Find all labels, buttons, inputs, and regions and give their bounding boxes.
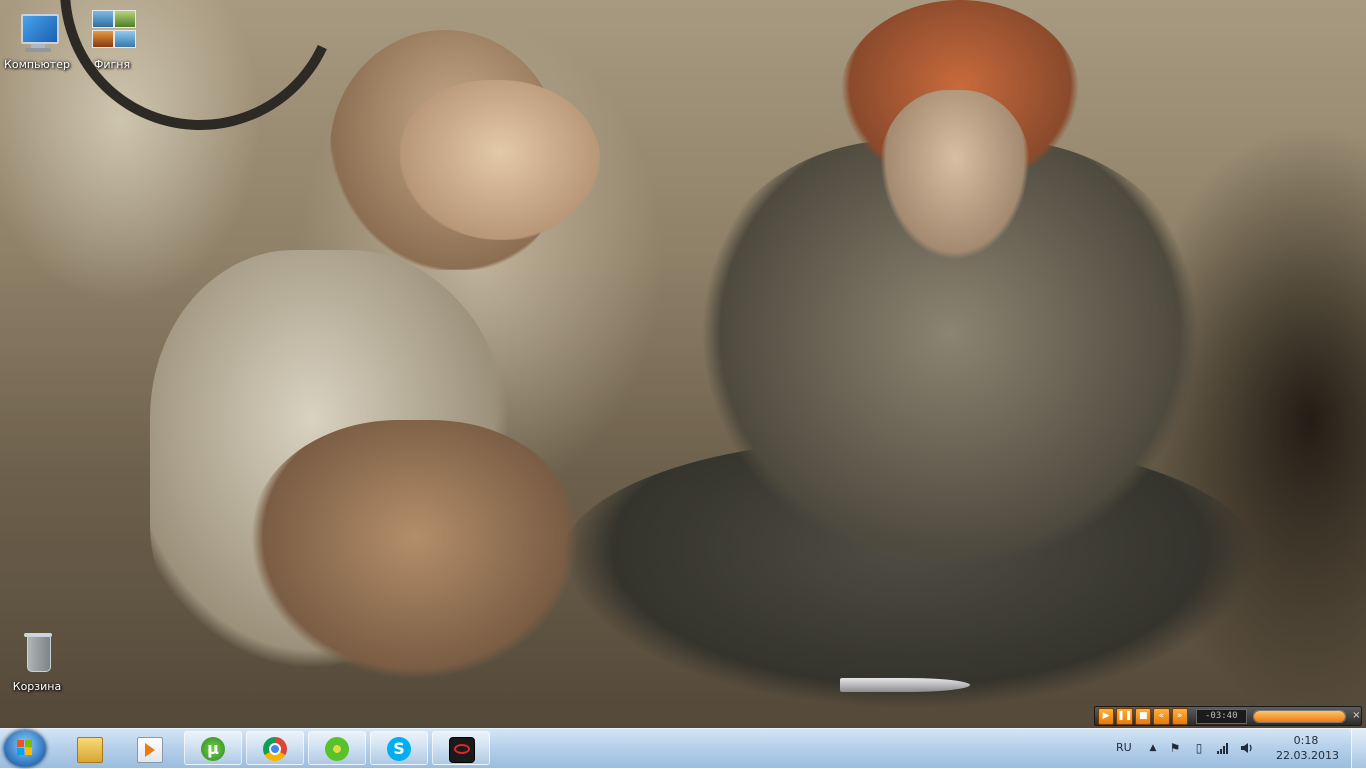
volume-speaker-icon[interactable]: [1240, 741, 1254, 755]
wallpaper-knife: [840, 678, 970, 692]
desktop-wallpaper: Компьютер Фигня Корзина ▶ ❚❚ ■ « » -03:4…: [0, 0, 1366, 728]
garena-icon: [449, 737, 475, 763]
network-signal-icon[interactable]: [1216, 741, 1230, 755]
media-player-icon: [137, 737, 163, 763]
show-hidden-icons-icon[interactable]: ▲: [1146, 741, 1160, 755]
windows-logo-icon: [17, 740, 33, 756]
taskbar-skype-button[interactable]: S: [370, 731, 428, 765]
desktop-icon-label: Фигня: [93, 58, 131, 71]
taskbar-explorer-button[interactable]: [60, 731, 118, 765]
clock-time: 0:18: [1293, 734, 1319, 747]
show-desktop-button[interactable]: [1351, 729, 1366, 769]
stop-button[interactable]: ■: [1135, 707, 1152, 725]
media-player-widget: ▶ ❚❚ ■ « » -03:40 ×: [1094, 706, 1362, 726]
system-tray: RU ▲ ⚑ ▯ 0:18 22.03.2013: [1106, 729, 1366, 769]
start-button[interactable]: [4, 730, 46, 767]
desktop-icon-computer[interactable]: Компьютер: [0, 8, 74, 71]
desktop-icon-pictures[interactable]: Фигня: [75, 8, 149, 71]
wallpaper-girl-legs: [250, 420, 580, 680]
computer-icon: [13, 8, 61, 56]
taskbar-icq-button[interactable]: [308, 731, 366, 765]
close-icon[interactable]: ×: [1352, 709, 1361, 723]
icq-flower-icon: [325, 737, 349, 761]
player-progress-bar[interactable]: [1252, 709, 1346, 723]
usb-device-icon[interactable]: ▯: [1192, 741, 1206, 755]
clock[interactable]: 0:18 22.03.2013: [1276, 733, 1339, 763]
skype-icon: S: [387, 737, 411, 761]
taskbar-chrome-button[interactable]: [246, 731, 304, 765]
player-progress-fill: [1253, 710, 1345, 722]
previous-button[interactable]: «: [1153, 707, 1170, 725]
desktop-icon-recycle-bin[interactable]: Корзина: [0, 630, 74, 693]
pictures-folder-icon: [88, 8, 136, 56]
play-button[interactable]: ▶: [1098, 707, 1115, 725]
recycle-bin-icon: [13, 630, 61, 678]
taskbar: µ S RU ▲ ⚑ ▯ 0:18 22.03.2013: [0, 728, 1366, 769]
utorrent-icon: µ: [201, 737, 225, 761]
language-indicator[interactable]: RU: [1116, 741, 1132, 754]
next-button[interactable]: »: [1171, 707, 1188, 725]
wallpaper-girl-face: [400, 80, 600, 240]
wallpaper-boy-face: [880, 90, 1030, 260]
pause-button[interactable]: ❚❚: [1116, 707, 1134, 725]
taskbar-utorrent-button[interactable]: µ: [184, 731, 242, 765]
clock-date: 22.03.2013: [1276, 749, 1339, 762]
chrome-icon: [263, 737, 287, 761]
taskbar-media-player-button[interactable]: [120, 731, 178, 765]
folder-icon: [77, 737, 103, 763]
desktop-icon-label: Корзина: [12, 680, 62, 693]
desktop-icon-label: Компьютер: [4, 58, 70, 71]
action-center-flag-icon[interactable]: ⚑: [1168, 741, 1182, 755]
player-time-display: -03:40: [1195, 708, 1247, 724]
taskbar-garena-button[interactable]: [432, 731, 490, 765]
